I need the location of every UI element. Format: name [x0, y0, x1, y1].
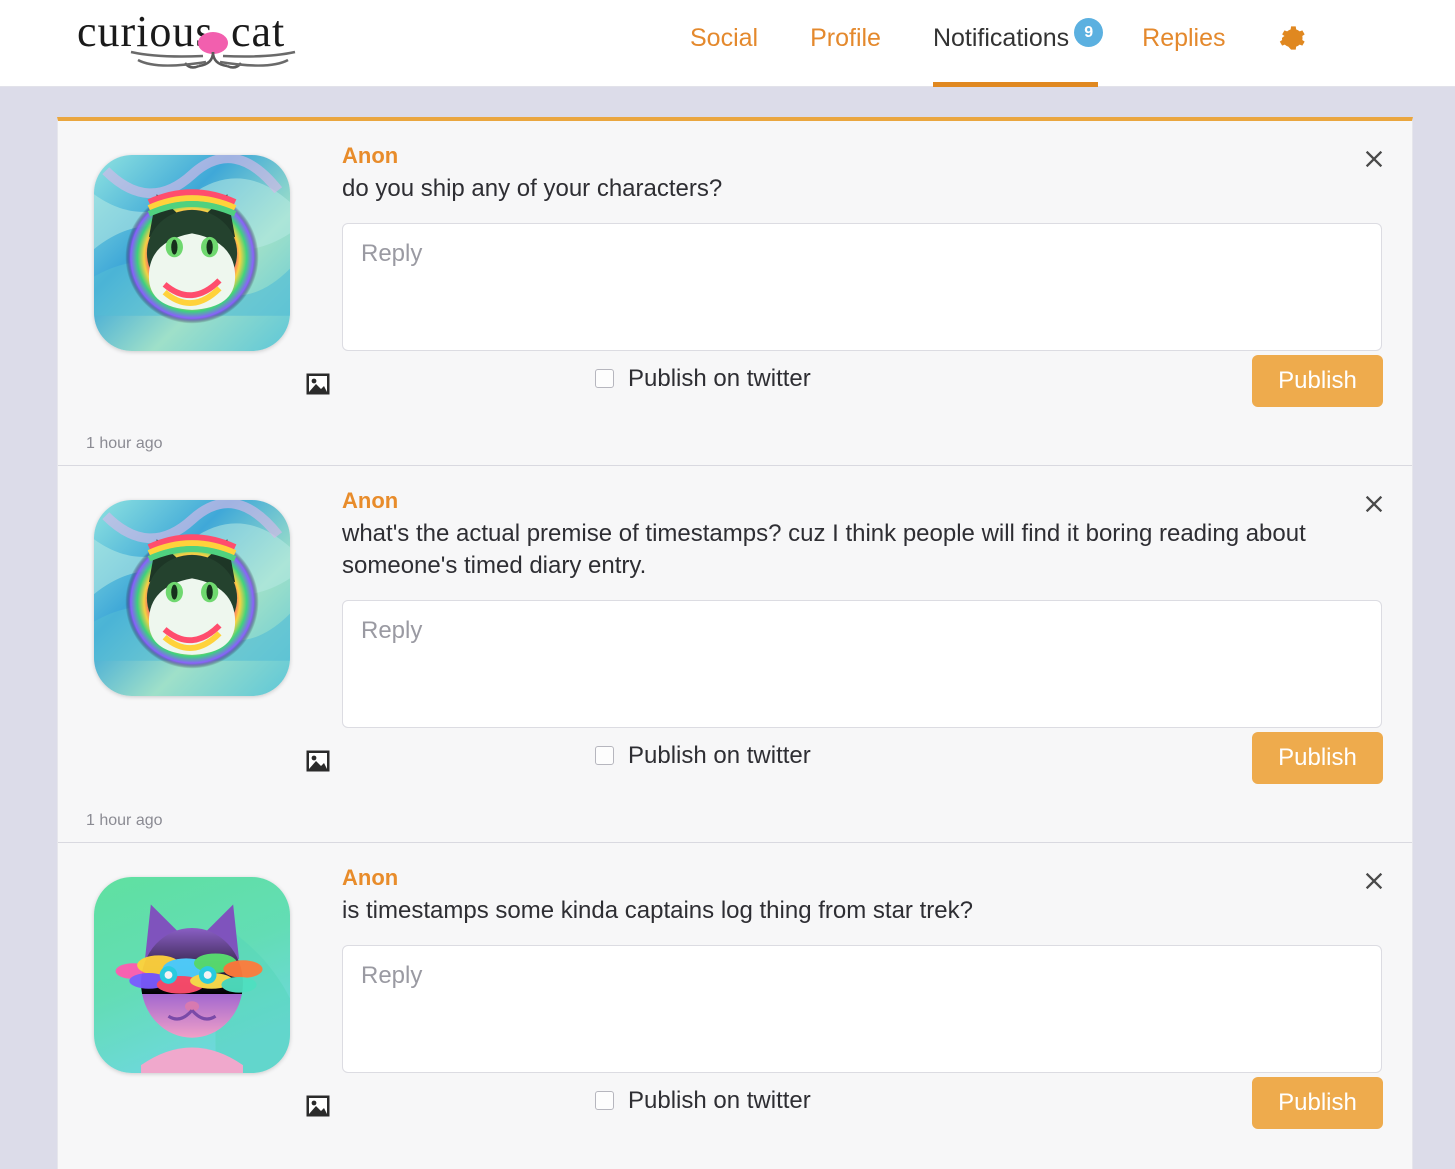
author-name[interactable]: Anon: [342, 143, 398, 169]
content-column: Anon is timestamps some kinda captains l…: [306, 865, 1426, 1147]
active-tab-underline: [932, 82, 1099, 87]
publish-on-twitter-toggle[interactable]: Publish on twitter: [595, 365, 811, 393]
notifications-feed: Anon do you ship any of your characters?: [57, 117, 1413, 1169]
action-row: Publish on twitter Publish: [306, 351, 1383, 425]
notification-item: Anon do you ship any of your characters?: [58, 121, 1412, 466]
settings-button[interactable]: [1278, 0, 1306, 87]
site-header: curious cat Social Profile Notifications…: [0, 0, 1455, 87]
nav-item-social[interactable]: Social: [690, 0, 758, 87]
svg-text:curious: curious: [77, 7, 214, 56]
twitter-label: Publish on twitter: [628, 1086, 811, 1114]
avatar-column: [58, 143, 342, 425]
image-upload-icon[interactable]: [306, 1095, 330, 1117]
nav-label-notifications: Notifications: [932, 24, 1070, 52]
notification-item: Anon is timestamps some kinda captains l…: [58, 843, 1412, 1169]
twitter-label: Publish on twitter: [628, 741, 811, 769]
image-upload-icon[interactable]: [306, 373, 330, 395]
nav-label-replies: Replies: [1142, 24, 1226, 52]
publish-on-twitter-toggle[interactable]: Publish on twitter: [595, 742, 811, 770]
nav-label-social: Social: [690, 24, 759, 52]
publish-on-twitter-toggle[interactable]: Publish on twitter: [595, 1087, 811, 1115]
avatar[interactable]: [94, 155, 290, 351]
action-row: Publish on twitter Publish: [306, 728, 1383, 802]
curious-cat-logo[interactable]: curious cat: [63, 2, 321, 80]
nav-label-profile: Profile: [810, 24, 881, 52]
timestamp: 1 hour ago: [86, 811, 163, 829]
reply-input[interactable]: [342, 599, 1382, 728]
avatar-column: [58, 488, 342, 802]
reply-input[interactable]: [342, 222, 1382, 351]
nav-item-notifications[interactable]: Notifications 9: [932, 0, 1104, 87]
reply-input[interactable]: [342, 944, 1382, 1073]
question-text: what's the actual premise of timestamps?…: [342, 519, 1306, 579]
twitter-label: Publish on twitter: [628, 364, 811, 392]
avatar[interactable]: [94, 499, 290, 696]
publish-button[interactable]: Publish: [1252, 1076, 1383, 1129]
twitter-checkbox[interactable]: [595, 1091, 614, 1111]
action-row: Publish on twitter Publish: [306, 1073, 1383, 1147]
image-upload-icon[interactable]: [306, 750, 330, 772]
timestamp: [58, 1147, 1412, 1169]
author-name[interactable]: Anon: [342, 865, 398, 891]
question-text: is timestamps some kinda captains log th…: [342, 896, 973, 924]
close-icon[interactable]: [1360, 490, 1388, 518]
notification-item: Anon what's the actual premise of timest…: [58, 466, 1412, 843]
avatar[interactable]: [94, 876, 290, 1073]
publish-button[interactable]: Publish: [1252, 731, 1383, 784]
publish-button[interactable]: Publish: [1252, 354, 1383, 407]
nav-item-profile[interactable]: Profile: [810, 0, 881, 87]
question-text: do you ship any of your characters?: [342, 175, 723, 202]
content-column: Anon do you ship any of your characters?: [306, 143, 1426, 425]
notifications-badge: 9: [1074, 18, 1104, 47]
timestamp: 1 hour ago: [86, 434, 163, 452]
nav-item-replies[interactable]: Replies: [1142, 0, 1225, 87]
author-name[interactable]: Anon: [342, 488, 398, 514]
avatar-column: [58, 865, 342, 1147]
gear-icon: [1279, 26, 1305, 50]
close-icon[interactable]: [1360, 867, 1388, 895]
close-icon[interactable]: [1360, 145, 1388, 173]
twitter-checkbox[interactable]: [595, 369, 614, 389]
content-column: Anon what's the actual premise of timest…: [306, 488, 1426, 802]
svg-text:cat: cat: [231, 7, 285, 56]
main-navigation: Social Profile Notifications 9 Replies: [690, 0, 1306, 87]
twitter-checkbox[interactable]: [595, 746, 614, 766]
